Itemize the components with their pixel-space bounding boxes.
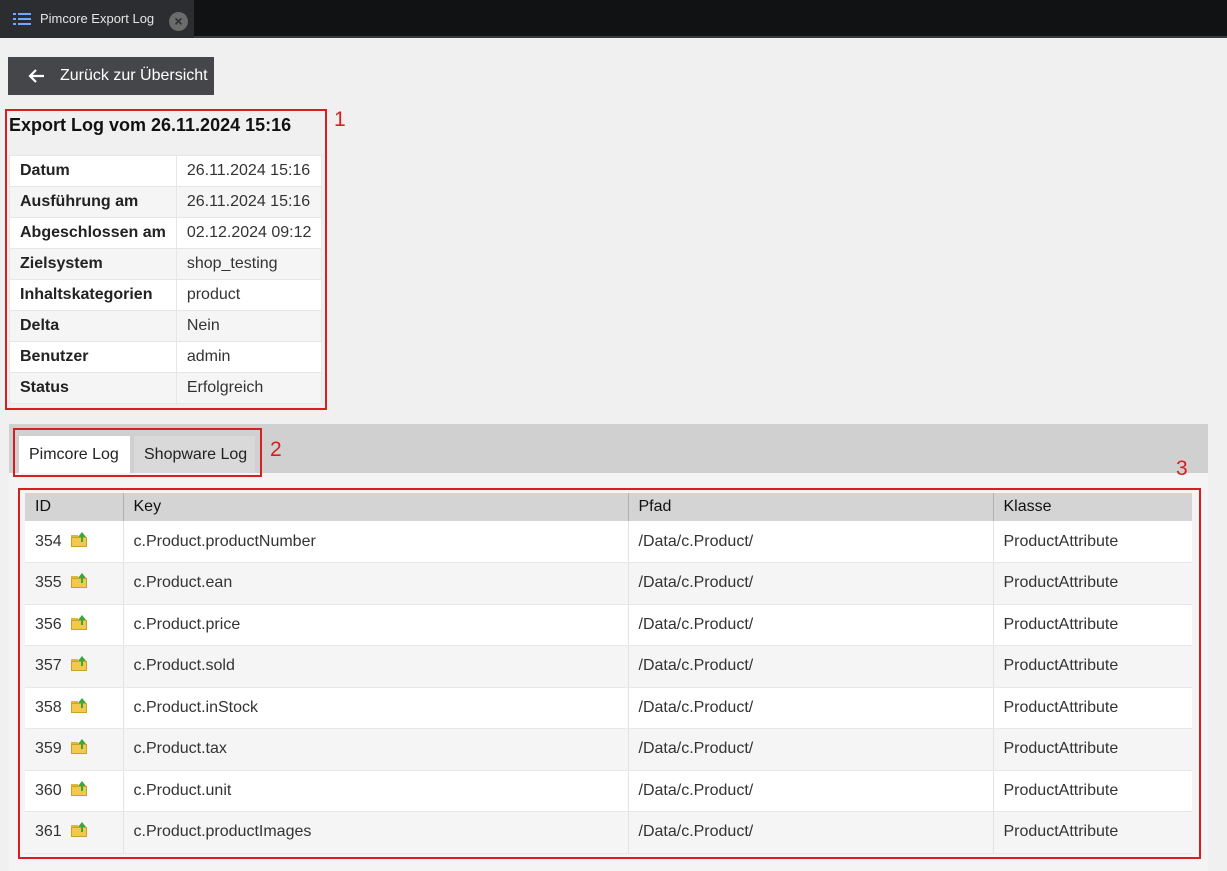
detail-value: 26.11.2024 15:16: [175, 186, 323, 218]
detail-value: shop_testing: [175, 248, 323, 280]
page-title: Export Log vom 26.11.2024 15:16: [9, 115, 292, 135]
detail-value: 26.11.2024 15:16: [175, 155, 323, 187]
detail-row: Datum 26.11.2024 15:16: [9, 155, 323, 187]
detail-value: Erfolgreich: [175, 372, 323, 404]
window-tab-title: Pimcore Export Log: [40, 11, 155, 26]
detail-key: Datum: [9, 155, 177, 187]
top-bar: Pimcore Export Log ×: [0, 0, 1227, 38]
detail-key: Delta: [9, 310, 177, 342]
detail-value: admin: [175, 341, 323, 373]
close-icon[interactable]: ×: [169, 12, 188, 31]
detail-row: Delta Nein: [9, 310, 323, 342]
annotation-box-2: [13, 428, 262, 477]
detail-value: Nein: [175, 310, 323, 342]
detail-row: Ausführung am 26.11.2024 15:16: [9, 186, 323, 218]
list-icon: [13, 13, 31, 25]
log-details-table: Datum 26.11.2024 15:16 Ausführung am 26.11…: [9, 155, 323, 404]
detail-key: Benutzer: [9, 341, 177, 373]
detail-row: Benutzer admin: [9, 341, 323, 373]
annotation-box-3: [18, 488, 1201, 859]
detail-key: Zielsystem: [9, 248, 177, 280]
detail-row: Abgeschlossen am 02.12.2024 09:12: [9, 217, 323, 249]
back-button-label: Zurück zur Übersicht: [60, 67, 208, 84]
detail-row: Zielsystem shop_testing: [9, 248, 323, 280]
detail-value: product: [175, 279, 323, 311]
arrow-left-icon: [28, 69, 44, 83]
detail-row: Inhaltskategorien product: [9, 279, 323, 311]
detail-key: Inhaltskategorien: [9, 279, 177, 311]
detail-row: Status Erfolgreich: [9, 372, 323, 404]
detail-value: 02.12.2024 09:12: [175, 217, 323, 249]
detail-key: Ausführung am: [9, 186, 177, 218]
annotation-number-3: 3: [1176, 457, 1188, 480]
window-tab[interactable]: Pimcore Export Log ×: [0, 0, 194, 38]
detail-key: Status: [9, 372, 177, 404]
back-to-overview-button[interactable]: Zurück zur Übersicht: [8, 57, 214, 95]
annotation-number-1: 1: [334, 108, 346, 131]
detail-key: Abgeschlossen am: [9, 217, 177, 249]
annotation-number-2: 2: [270, 438, 282, 461]
